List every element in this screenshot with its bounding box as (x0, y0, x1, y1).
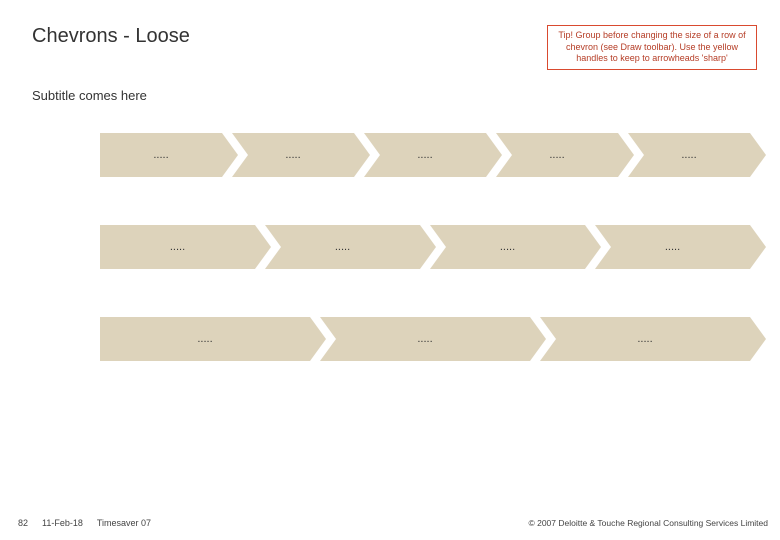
footer-date: 11-Feb-18 (42, 518, 83, 528)
chevron-item: ..... (320, 317, 530, 361)
tip-callout: Tip! Group before changing the size of a… (547, 25, 757, 70)
footer: 82 11-Feb-18 Timesaver 07 © 2007 Deloitt… (0, 518, 780, 528)
chevron-item: ..... (265, 225, 420, 269)
chevron-item: ..... (628, 133, 750, 177)
chevron-row: ............... (100, 317, 750, 361)
chevron-item: ..... (540, 317, 750, 361)
chevron-item: ..... (100, 317, 310, 361)
chevron-row: .................... (100, 225, 750, 269)
footer-project: Timesaver 07 (97, 518, 151, 528)
chevron-item: ..... (232, 133, 354, 177)
subtitle: Subtitle comes here (0, 70, 780, 103)
chevron-item: ..... (100, 225, 255, 269)
chevron-item: ..... (100, 133, 222, 177)
page-title: Chevrons - Loose (32, 25, 190, 48)
chevron-item: ..... (496, 133, 618, 177)
chevron-rows: ........................................… (0, 103, 780, 361)
footer-copyright: © 2007 Deloitte & Touche Regional Consul… (528, 518, 768, 528)
chevron-row: ......................... (100, 133, 750, 177)
page-number: 82 (18, 518, 28, 528)
chevron-item: ..... (595, 225, 750, 269)
chevron-item: ..... (364, 133, 486, 177)
chevron-item: ..... (430, 225, 585, 269)
